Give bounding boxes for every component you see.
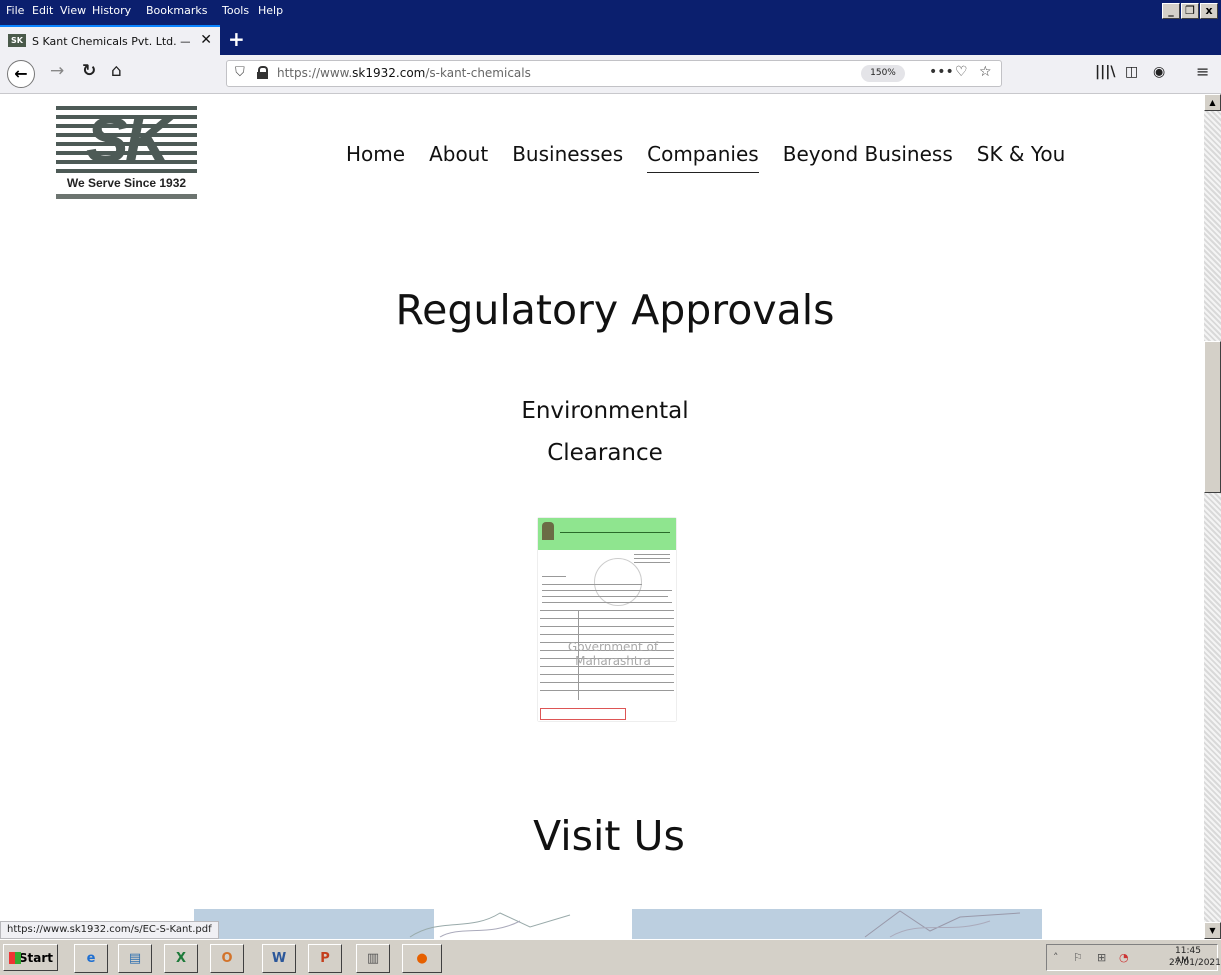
sidebar-icon[interactable]: ◫ xyxy=(1125,64,1138,80)
minimize-button[interactable]: _ xyxy=(1162,3,1180,19)
powerpoint-icon[interactable]: P xyxy=(308,944,342,973)
subheading-line-2: Clearance xyxy=(547,440,663,466)
nav-about[interactable]: About xyxy=(429,142,488,173)
back-button[interactable]: ← xyxy=(7,60,35,88)
home-button[interactable]: ⌂ xyxy=(111,61,122,81)
system-tray: ˄ ⚐ ⊞ ◔ 11:45 AM 27/01/2021 xyxy=(1046,944,1221,971)
scroll-down-icon[interactable]: ▼ xyxy=(1204,922,1221,939)
pocket-icon[interactable]: ♡ xyxy=(955,64,968,80)
visit-us-heading: Visit Us xyxy=(533,812,685,860)
document-red-box xyxy=(540,708,626,720)
tab-s-kant-chemicals[interactable]: SK S Kant Chemicals Pvt. Ltd. — SK Group… xyxy=(0,25,220,55)
firefox-icon[interactable]: ● xyxy=(402,944,442,973)
account-icon[interactable]: ◉ xyxy=(1153,64,1165,80)
environmental-clearance-document-thumbnail[interactable]: Government of Maharashtra xyxy=(538,518,676,721)
scroll-thumb[interactable] xyxy=(1204,341,1221,493)
logo-tagline: We Serve Since 1932 xyxy=(66,176,187,190)
document-header-band xyxy=(538,518,676,550)
bookmark-star-icon[interactable]: ☆ xyxy=(979,64,992,80)
page-actions-icon[interactable]: ••• xyxy=(929,64,954,80)
reload-button[interactable]: ↻ xyxy=(82,61,96,81)
menu-bookmarks[interactable]: Bookmarks xyxy=(146,4,207,17)
nav-businesses[interactable]: Businesses xyxy=(512,142,623,173)
regulatory-approvals-heading: Regulatory Approvals xyxy=(395,286,835,334)
tab-bar: SK S Kant Chemicals Pvt. Ltd. — SK Group… xyxy=(0,22,1221,55)
link-status-bar: https://www.sk1932.com/s/EC-S-Kant.pdf xyxy=(0,921,219,939)
library-icon[interactable]: |||\ xyxy=(1095,64,1115,80)
new-tab-button[interactable]: + xyxy=(228,27,245,51)
nav-sk-and-you[interactable]: SK & You xyxy=(977,142,1066,173)
start-label: Start xyxy=(18,951,53,965)
window-controls: _ ❐ x xyxy=(1162,3,1218,19)
windows-flag-icon xyxy=(9,952,21,964)
document-seal xyxy=(594,558,642,606)
navigation-toolbar: ← → ↻ ⌂ ⛉ https://www.sk1932.com/s-kant-… xyxy=(0,55,1221,94)
excel-icon[interactable]: X xyxy=(164,944,198,973)
tracking-protection-shield-icon[interactable]: ⛉ xyxy=(235,65,245,80)
logo-base-bar xyxy=(56,194,197,199)
outlook-icon[interactable]: O xyxy=(210,944,244,973)
map-left[interactable] xyxy=(194,909,434,939)
internet-explorer-icon[interactable]: e xyxy=(74,944,108,973)
menu-bar: File Edit View History Bookmarks Tools H… xyxy=(0,0,1221,22)
word-icon[interactable]: W xyxy=(262,944,296,973)
map-roads-right xyxy=(864,910,1021,938)
nav-home[interactable]: Home xyxy=(346,142,405,173)
network-icon[interactable]: ⊞ xyxy=(1097,951,1106,964)
taskbar: Start e ▤ X O W P ▥ ● ˄ ⚐ ⊞ ◔ 11:45 AM 2… xyxy=(0,939,1221,975)
map-roads-left xyxy=(409,912,571,938)
file-explorer-icon[interactable]: ▤ xyxy=(118,944,152,973)
sk-favicon-icon: SK xyxy=(8,34,26,47)
tray-expand-icon[interactable]: ˄ xyxy=(1053,951,1059,964)
volume-muted-icon[interactable]: ◔ xyxy=(1119,951,1129,964)
flag-icon[interactable]: ⚐ xyxy=(1073,951,1083,964)
menu-view[interactable]: View xyxy=(60,4,86,17)
restore-button[interactable]: ❐ xyxy=(1181,3,1199,19)
menu-file[interactable]: File xyxy=(6,4,24,17)
forward-button[interactable]: → xyxy=(50,61,64,81)
zoom-level-badge[interactable]: 150% xyxy=(861,65,905,82)
menu-edit[interactable]: Edit xyxy=(32,4,53,17)
tab-title: S Kant Chemicals Pvt. Ltd. — SK Group xyxy=(32,35,190,48)
state-emblem-icon xyxy=(542,522,554,540)
logo-letters: SK xyxy=(86,104,171,176)
menu-tools[interactable]: Tools xyxy=(222,4,249,17)
hamburger-menu-icon[interactable]: ≡ xyxy=(1196,62,1209,81)
scroll-up-icon[interactable]: ▲ xyxy=(1204,94,1221,111)
environmental-clearance-heading: Environmental Clearance xyxy=(0,390,1204,474)
close-tab-icon[interactable]: ✕ xyxy=(200,32,212,48)
subheading-line-1: Environmental xyxy=(521,398,689,424)
page-content: SK We Serve Since 1932 Home About Busine… xyxy=(0,94,1204,939)
document-watermark: Government of Maharashtra xyxy=(567,640,659,668)
menu-help[interactable]: Help xyxy=(258,4,283,17)
clock-date[interactable]: 27/01/2021 xyxy=(1169,958,1221,968)
vertical-scrollbar[interactable]: ▲ ▼ xyxy=(1204,94,1221,939)
close-window-button[interactable]: x xyxy=(1200,3,1218,19)
nav-beyond-business[interactable]: Beyond Business xyxy=(783,142,953,173)
lock-icon[interactable] xyxy=(257,66,268,79)
sk-logo[interactable]: SK We Serve Since 1932 xyxy=(56,104,197,202)
document-viewer-icon[interactable]: ▥ xyxy=(356,944,390,973)
url-text[interactable]: https://www.sk1932.com/s-kant-chemicals xyxy=(277,66,531,80)
menu-history[interactable]: History xyxy=(92,4,131,17)
site-navigation: Home About Businesses Companies Beyond B… xyxy=(346,142,1065,173)
nav-companies[interactable]: Companies xyxy=(647,142,759,173)
start-button[interactable]: Start xyxy=(3,944,58,971)
url-bar[interactable]: ⛉ https://www.sk1932.com/s-kant-chemical… xyxy=(226,60,1002,87)
